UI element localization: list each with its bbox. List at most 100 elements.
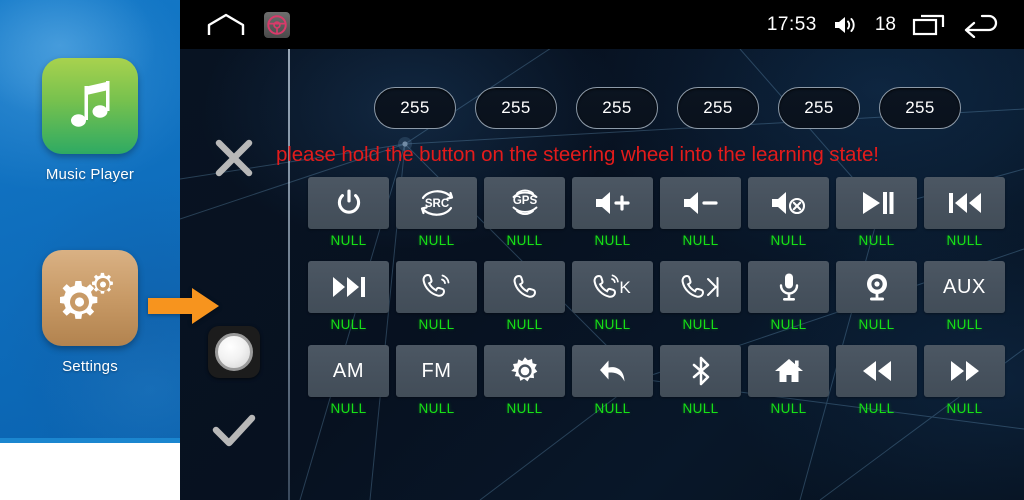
grid-cell-aux: AUX NULL [924, 261, 1005, 332]
cell-status: NULL [594, 317, 631, 332]
previous-track-button[interactable] [924, 177, 1005, 229]
next-track-icon [331, 275, 367, 299]
hangup-skip-button[interactable] [660, 261, 741, 313]
grid-cell-src: SRC NULL [396, 177, 477, 248]
back-button[interactable] [572, 345, 653, 397]
cell-status: NULL [418, 233, 455, 248]
svg-text:K: K [619, 278, 631, 297]
volume-up-icon [594, 190, 632, 216]
home-button[interactable] [748, 345, 829, 397]
cell-status: NULL [682, 317, 719, 332]
sidebar-item-music-player[interactable]: Music Player [0, 58, 180, 183]
gps-button[interactable]: GPS [484, 177, 565, 229]
value-pill[interactable]: 255 [778, 87, 860, 129]
settings-gear-icon [510, 356, 540, 386]
cell-status: NULL [506, 401, 543, 416]
home-icon [774, 357, 804, 385]
gears-icon[interactable] [42, 250, 138, 346]
sidebar-item-label: Music Player [45, 166, 135, 183]
grid-cell-camera: NULL [836, 261, 917, 332]
value-pill-row: 255 255 255 255 255 255 [180, 87, 1024, 129]
aux-button[interactable]: AUX [924, 261, 1005, 313]
cell-status: NULL [946, 233, 983, 248]
grid-cell-phone-call-key: K NULL [572, 261, 653, 332]
microphone-button[interactable] [748, 261, 829, 313]
grid-cell-back: NULL [572, 345, 653, 416]
function-button-grid: NULL SRC NULL GPS NULL NULL NULL NULL NU… [308, 177, 1014, 429]
bluetooth-button[interactable] [660, 345, 741, 397]
play-pause-icon [860, 190, 894, 216]
power-button[interactable] [308, 177, 389, 229]
phone-hangup-button[interactable] [484, 261, 565, 313]
value-pill[interactable]: 255 [475, 87, 557, 129]
back-arrow-icon[interactable] [962, 12, 1002, 38]
mute-button[interactable] [748, 177, 829, 229]
value-pill[interactable]: 255 [677, 87, 759, 129]
grid-row: NULL NULL NULL K NULL NULL NULL NULL AUX… [308, 261, 1014, 332]
phone-answer-icon [421, 272, 453, 302]
value-pill[interactable]: 255 [879, 87, 961, 129]
cell-status: NULL [418, 401, 455, 416]
am-text: AM [332, 359, 365, 382]
hangup-skip-icon [680, 272, 722, 302]
grid-cell-next-track: NULL [308, 261, 389, 332]
confirm-button[interactable] [194, 401, 274, 463]
am-button[interactable]: AM [308, 345, 389, 397]
cell-status: NULL [682, 233, 719, 248]
power-icon [336, 189, 362, 217]
app-content: 255 255 255 255 255 255 please hold the … [180, 49, 1024, 500]
grid-cell-phone-hangup: NULL [484, 261, 565, 332]
cell-status: NULL [506, 233, 543, 248]
cell-status: NULL [858, 317, 895, 332]
grid-row: AM NULL FM NULL NULL NULL NULL NULL NULL… [308, 345, 1014, 416]
back-curve-icon [598, 357, 628, 385]
warning-message: please hold the button on the steering w… [276, 143, 879, 166]
steering-wheel-learning-app: 17:53 18 255 255 255 255 255 255 please … [180, 0, 1024, 500]
grid-cell-mute: NULL [748, 177, 829, 248]
grid-cell-rewind: NULL [836, 345, 917, 416]
cell-status: NULL [506, 317, 543, 332]
orange-arrow-icon [148, 286, 220, 326]
grid-cell-settings: NULL [484, 345, 565, 416]
cell-status: NULL [330, 317, 367, 332]
grid-cell-bluetooth: NULL [660, 345, 741, 416]
camera-button[interactable] [836, 261, 917, 313]
cell-status: NULL [594, 233, 631, 248]
home-outline-icon[interactable] [206, 13, 246, 37]
status-time: 17:53 [766, 13, 817, 35]
grid-cell-volume-down: NULL [660, 177, 741, 248]
rewind-icon [860, 359, 894, 383]
grid-cell-phone-answer: NULL [396, 261, 477, 332]
volume-down-button[interactable] [660, 177, 741, 229]
control-column [180, 49, 288, 500]
fm-button[interactable]: FM [396, 345, 477, 397]
src-button[interactable]: SRC [396, 177, 477, 229]
microphone-icon [777, 272, 801, 302]
recent-apps-icon[interactable] [912, 13, 946, 37]
speaker-icon [833, 14, 859, 36]
cell-status: NULL [946, 401, 983, 416]
volume-up-button[interactable] [572, 177, 653, 229]
settings-button[interactable] [484, 345, 565, 397]
cell-status: NULL [594, 401, 631, 416]
phone-answer-button[interactable] [396, 261, 477, 313]
phone-call-key-button[interactable]: K [572, 261, 653, 313]
learn-circle-button[interactable] [194, 321, 274, 383]
cancel-button[interactable] [194, 127, 274, 189]
play-pause-button[interactable] [836, 177, 917, 229]
grid-cell-gps: GPS NULL [484, 177, 565, 248]
steering-wheel-icon[interactable] [264, 11, 290, 38]
cell-status: NULL [770, 317, 807, 332]
grid-cell-volume-up: NULL [572, 177, 653, 248]
music-note-icon[interactable] [42, 58, 138, 154]
src-icon: SRC [419, 188, 455, 218]
value-pill[interactable]: 255 [576, 87, 658, 129]
fast-forward-button[interactable] [924, 345, 1005, 397]
next-track-button[interactable] [308, 261, 389, 313]
rewind-button[interactable] [836, 345, 917, 397]
status-bar: 17:53 18 [180, 0, 1024, 49]
sidebar-bottom-accent [0, 438, 180, 443]
cell-status: NULL [330, 233, 367, 248]
grid-cell-power: NULL [308, 177, 389, 248]
value-pill[interactable]: 255 [374, 87, 456, 129]
